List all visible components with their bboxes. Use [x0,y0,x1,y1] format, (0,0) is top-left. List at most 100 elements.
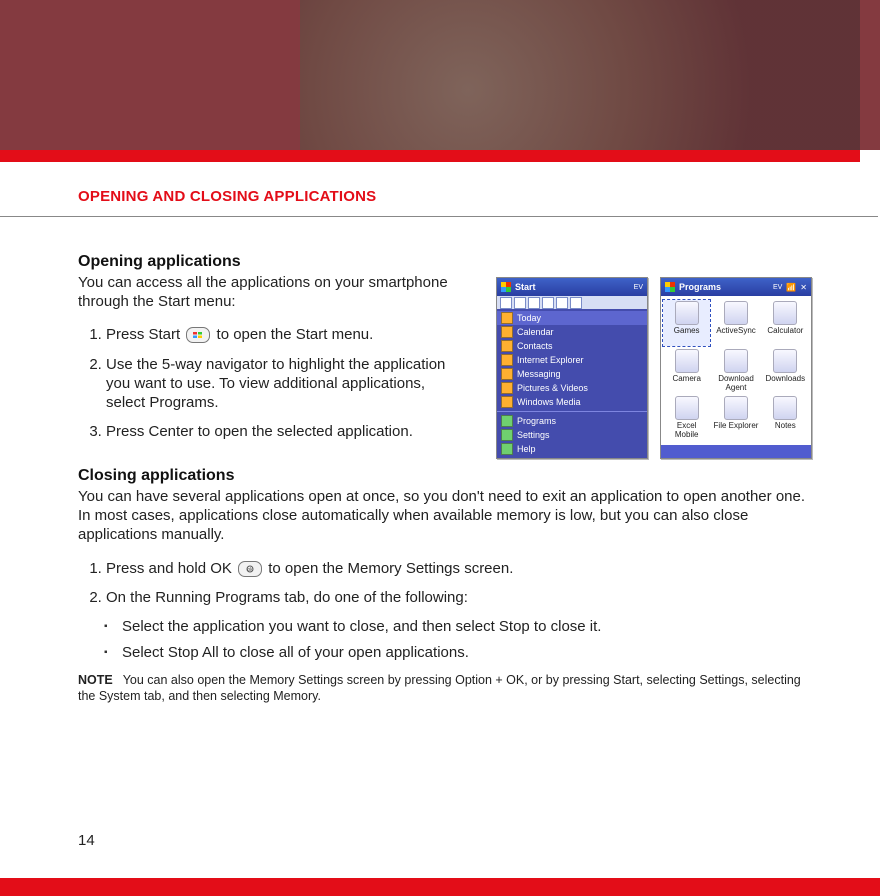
menu-item-label: Contacts [517,341,553,351]
menu-item-label: Internet Explorer [517,355,584,365]
note-text: You can also open the Memory Settings sc… [78,673,801,703]
device-programs-title: Programs [679,282,769,292]
app-icon [724,396,748,420]
hero-photo [300,0,860,150]
app-icon [773,349,797,373]
windows-flag-icon [501,282,511,292]
device-start-badge: EV [634,284,643,291]
header-red-bar [0,150,860,162]
ok-key-icon: ok [238,561,262,577]
app-icon [724,301,748,325]
app-item: Download Agent [712,348,759,394]
closing-step-1-b: to open the Memory Settings screen. [268,560,513,577]
app-item: Games [663,300,710,346]
footer-red-bar [0,878,880,896]
app-label: Notes [775,421,796,430]
device-start-menu-list: Today Calendar Contacts Internet Explore… [497,309,647,458]
app-icon [675,349,699,373]
toolbar-icon [556,297,568,309]
menu-item-icon [501,443,513,455]
section-title: OPENING AND CLOSING APPLICATIONS [78,188,376,205]
app-label: Excel Mobile [664,421,709,439]
menu-item: Settings [497,428,647,442]
device-programs-bottombar [661,445,811,458]
menu-item-label: Pictures & Videos [517,383,588,393]
app-icon [773,396,797,420]
menu-item: Calendar [497,325,647,339]
opening-step-1: Press Start to open the Start menu. [106,325,468,344]
app-label: Downloads [766,374,806,383]
menu-item: Pictures & Videos [497,381,647,395]
opening-step-1-b: to open the Start menu. [217,326,374,343]
closing-step-1: Press and hold OK ok to open the Memory … [106,559,818,578]
app-item: Excel Mobile [663,395,710,441]
menu-item: Contacts [497,339,647,353]
app-label: Download Agent [713,374,758,392]
menu-item-icon [501,429,513,441]
closing-heading: Closing applications [78,467,818,485]
toolbar-icon [500,297,512,309]
menu-item-icon [501,340,513,352]
device-start-titlebar: Start EV [497,278,647,296]
menu-item-label: Today [517,313,541,323]
opening-heading: Opening applications [78,253,468,271]
app-item: ActiveSync [712,300,759,346]
toolbar-icon [514,297,526,309]
app-item: File Explorer [712,395,759,441]
opening-intro: You can access all the applications on y… [78,273,468,311]
menu-item-icon [501,312,513,324]
device-start-toolbar [497,296,647,309]
toolbar-icon [570,297,582,309]
app-item: Notes [762,395,809,441]
device-programs-grid: Games ActiveSync Calculator Camera Downl… [661,296,811,445]
app-item: Camera [663,348,710,394]
closing-bullet-2: Select Stop All to close all of your ope… [122,643,818,663]
menu-item: Messaging [497,367,647,381]
section-rule [0,216,878,217]
device-programs: Programs EV 📶 ✕ Games ActiveSync Calcula… [660,277,812,459]
closing-bullet-1: Select the application you want to close… [122,617,818,637]
opening-step-1-a: Press Start [106,326,180,343]
closing-steps: Press and hold OK ok to open the Memory … [78,559,818,607]
device-start-menu: Start EV Today C [496,277,648,459]
app-icon [675,396,699,420]
start-key-icon [186,327,210,343]
closing-intro: You can have several applications open a… [78,487,818,545]
menu-item: Today [497,311,647,325]
app-icon [675,301,699,325]
app-label: Camera [672,374,700,383]
menu-item-label: Programs [517,416,556,426]
device-programs-badge: EV [773,284,782,291]
page-number: 14 [78,832,95,849]
menu-item-icon [501,382,513,394]
opening-step-3: Press Center to open the selected applic… [106,422,468,441]
menu-item-label: Messaging [517,369,561,379]
opening-step-2: Use the 5-way navigator to highlight the… [106,355,468,413]
app-icon [724,349,748,373]
note: NOTEYou can also open the Memory Setting… [78,673,818,704]
hero-banner [0,0,880,150]
app-label: Games [674,326,700,335]
menu-item-label: Calendar [517,327,554,337]
app-label: File Explorer [714,421,759,430]
closing-bullets: Select the application you want to close… [78,617,818,664]
menu-item: Help [497,442,647,456]
app-icon [773,301,797,325]
app-item: Calculator [762,300,809,346]
device-programs-titlebar: Programs EV 📶 ✕ [661,278,811,296]
windows-flag-icon [665,282,675,292]
app-label: ActiveSync [716,326,756,335]
opening-steps: Press Start to open the Start menu. Use … [78,325,468,441]
menu-item: Internet Explorer [497,353,647,367]
menu-item-icon [501,354,513,366]
menu-item-label: Help [517,444,536,454]
toolbar-icon [528,297,540,309]
note-label: NOTE [78,673,113,687]
svg-text:ok: ok [247,567,253,573]
closing-step-2: On the Running Programs tab, do one of t… [106,588,818,607]
device-start-title: Start [515,282,630,292]
menu-item-label: Settings [517,430,550,440]
menu-item-icon [501,396,513,408]
app-item: Downloads [762,348,809,394]
menu-item-label: Windows Media [517,397,581,407]
